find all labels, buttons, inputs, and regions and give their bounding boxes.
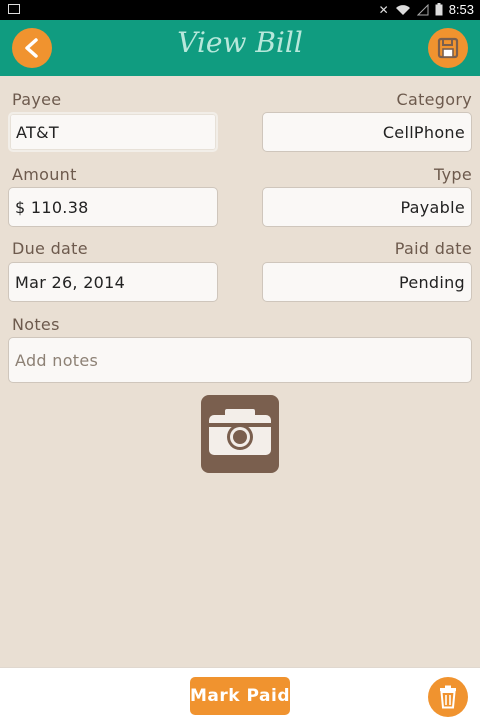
gallery-notification-icon bbox=[8, 4, 20, 14]
payee-label: Payee bbox=[12, 90, 62, 109]
bluetooth-off-icon: ✕ bbox=[378, 2, 389, 17]
camera-button[interactable] bbox=[201, 395, 279, 473]
due-date-field[interactable]: Mar 26, 2014 bbox=[8, 262, 218, 302]
status-bar: ✕ 8:53 bbox=[0, 0, 480, 20]
status-icons: ✕ 8:53 bbox=[379, 2, 474, 17]
category-label: Category bbox=[396, 90, 472, 109]
amount-field[interactable]: $ 110.38 bbox=[8, 187, 218, 227]
bottom-bar: Mark Paid bbox=[0, 667, 480, 720]
amount-label: Amount bbox=[12, 165, 77, 184]
wifi-icon bbox=[395, 4, 410, 15]
page-title: View Bill bbox=[177, 26, 303, 59]
delete-button[interactable] bbox=[428, 677, 468, 717]
payee-field[interactable]: AT&T bbox=[8, 112, 218, 152]
due-date-label: Due date bbox=[12, 239, 88, 258]
save-button[interactable] bbox=[428, 28, 468, 68]
notes-input[interactable]: Add notes bbox=[8, 337, 472, 383]
type-field[interactable]: Payable bbox=[262, 187, 472, 227]
mark-paid-button[interactable]: Mark Paid bbox=[190, 677, 290, 715]
notes-label: Notes bbox=[12, 315, 60, 334]
category-field[interactable]: CellPhone bbox=[262, 112, 472, 152]
save-floppy-icon bbox=[437, 37, 459, 59]
app-bar: View Bill bbox=[0, 20, 480, 76]
paid-date-field[interactable]: Pending bbox=[262, 262, 472, 302]
trash-icon bbox=[440, 685, 456, 709]
signal-icon bbox=[416, 3, 429, 15]
paid-date-label: Paid date bbox=[394, 239, 472, 258]
status-time: 8:53 bbox=[448, 2, 474, 17]
battery-icon bbox=[435, 3, 443, 16]
type-label: Type bbox=[434, 165, 472, 184]
camera-icon bbox=[209, 409, 271, 455]
